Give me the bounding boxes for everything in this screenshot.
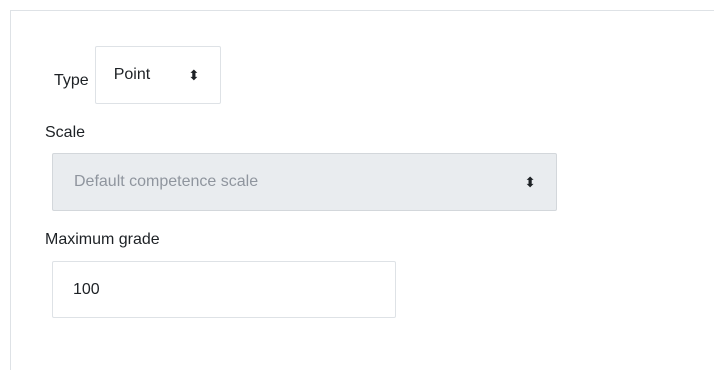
- up-down-caret-icon: ⬍: [524, 174, 536, 190]
- maximum-grade-input[interactable]: [52, 261, 396, 318]
- scale-select: Default competence scale ⬍: [52, 153, 557, 211]
- type-label: Type: [54, 72, 89, 89]
- scale-select-value: Default competence scale: [74, 173, 259, 190]
- type-select-value: Point: [113, 66, 151, 83]
- type-select[interactable]: Point ⬍: [94, 46, 221, 104]
- scale-label: Scale: [45, 124, 86, 141]
- maximum-grade-label: Maximum grade: [45, 231, 160, 248]
- up-down-caret-icon: ⬍: [187, 67, 200, 83]
- type-row: Type Point ⬍: [54, 46, 221, 104]
